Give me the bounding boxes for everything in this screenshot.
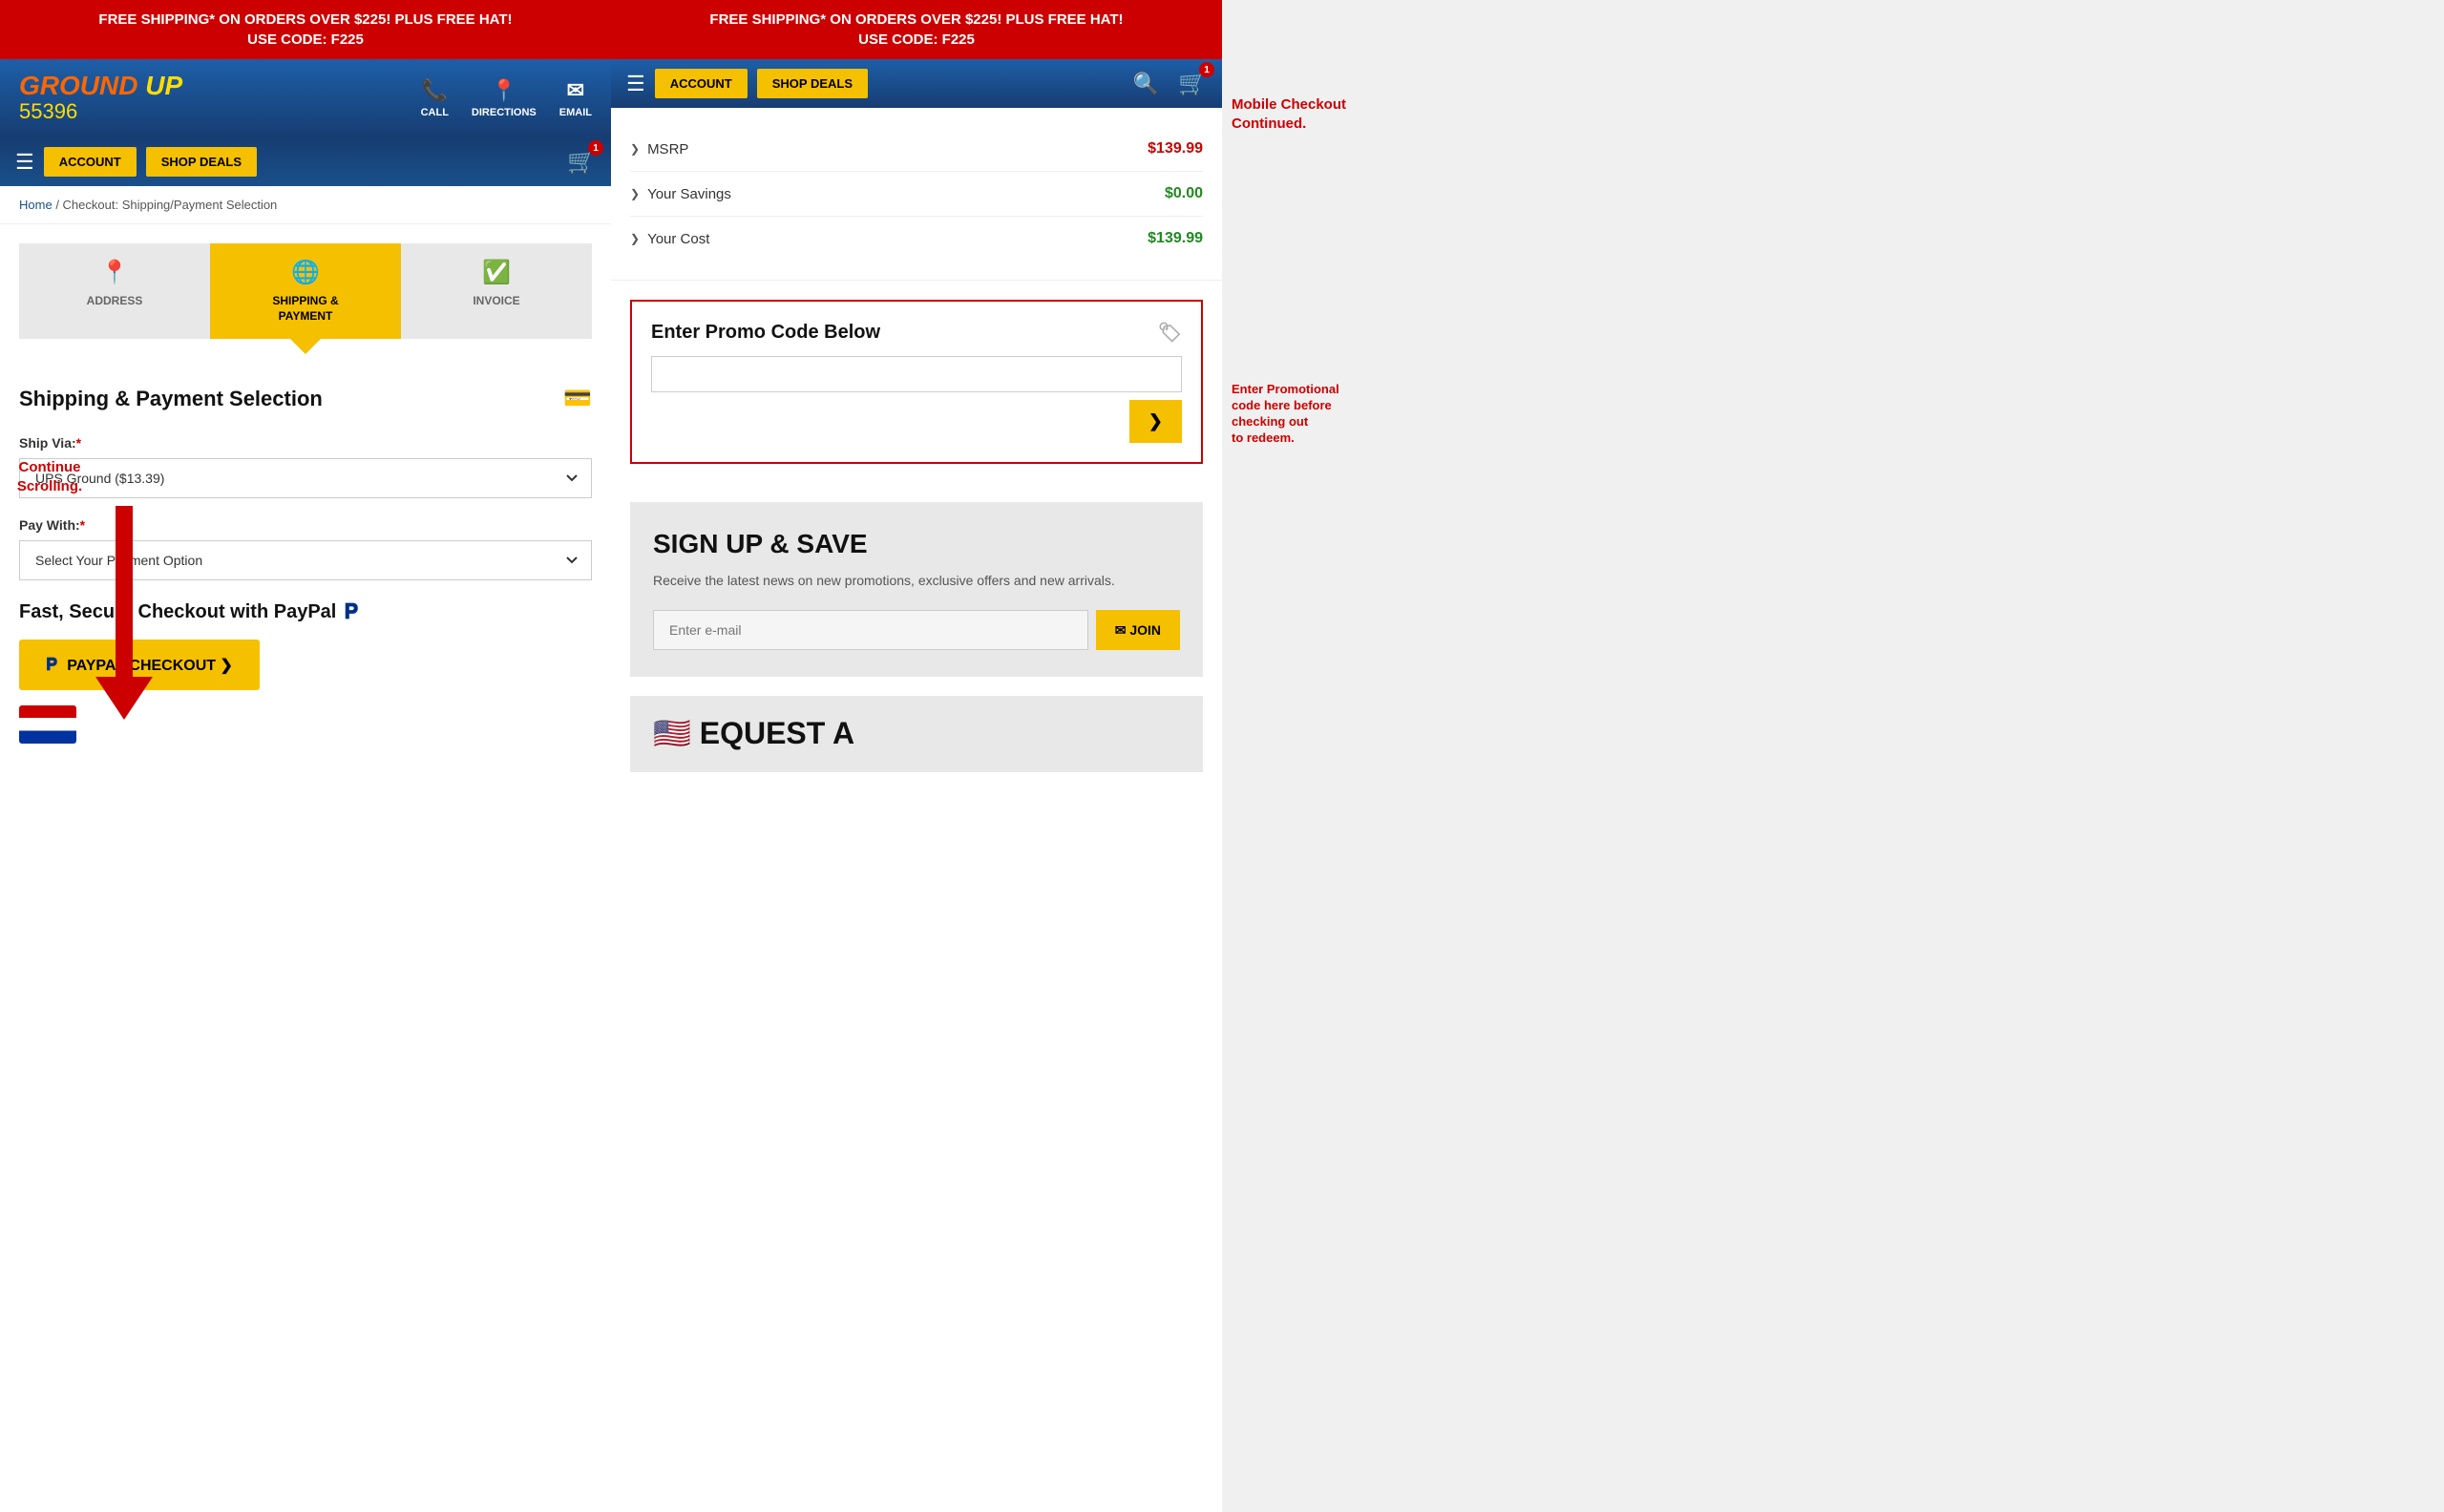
msrp-value: $139.99 (1148, 140, 1203, 158)
request-section: 🇺🇸 EQUEST A (630, 696, 1203, 772)
step-shipping-label: SHIPPING &PAYMENT (272, 294, 338, 324)
ship-via-group: Ship Via:* UPS Ground ($13.39) (19, 435, 592, 498)
call-label: CALL (421, 107, 449, 118)
account-button-right[interactable]: ACCOUNT (655, 69, 748, 98)
promo-right-line2: USE CODE: F225 (630, 30, 1203, 50)
paypal-p-icon: 𝐏 (46, 655, 57, 675)
promo-title: Enter Promo Code Below 🏷 (651, 321, 1182, 345)
price-summary: ❯ MSRP $139.99 ❯ Your Savings $0.00 ❯ Yo (611, 108, 1222, 281)
logo-up: UP (145, 71, 182, 100)
cart-badge-right: 1 (1199, 62, 1214, 77)
cost-value: $139.99 (1148, 230, 1203, 247)
breadcrumb: Home / Checkout: Shipping/Payment Select… (0, 186, 611, 224)
msrp-label: MSRP (647, 141, 688, 158)
signup-description: Receive the latest news on new promotion… (653, 571, 1180, 591)
email-link[interactable]: ✉ EMAIL (559, 78, 592, 118)
msrp-chevron: ❯ (630, 142, 640, 156)
logo-ground: GROUND (19, 71, 137, 100)
promo-box: Enter Promo Code Below 🏷 ❯ (630, 300, 1203, 464)
us-flag-icon (19, 705, 76, 744)
annotation-mobile-checkout: Mobile CheckoutContinued. (1232, 95, 1365, 133)
savings-label-group: ❯ Your Savings (630, 186, 731, 202)
nav-icons: 📞 CALL 📍 DIRECTIONS ✉ EMAIL (421, 78, 592, 118)
ship-via-select[interactable]: UPS Ground ($13.39) (19, 458, 592, 498)
search-icon[interactable]: 🔍 (1133, 72, 1159, 96)
signup-join-button[interactable]: ✉ JOIN (1096, 610, 1180, 650)
signup-section: SIGN UP & SAVE Receive the latest news o… (630, 502, 1203, 677)
promo-line1: FREE SHIPPING* ON ORDERS OVER $225! PLUS… (19, 10, 592, 30)
promo-banner-right: FREE SHIPPING* ON ORDERS OVER $225! PLUS… (611, 0, 1222, 59)
cart-wrapper-right[interactable]: 🛒 1 (1178, 70, 1207, 97)
hamburger-button[interactable]: ☰ (15, 150, 34, 175)
breadcrumb-separator: / (55, 198, 62, 212)
promo-submit-button[interactable]: ❯ (1129, 400, 1182, 443)
directions-label: DIRECTIONS (472, 107, 537, 118)
second-nav-left: ☰ ACCOUNT SHOP DEALS 🛒 1 (0, 137, 611, 186)
cost-label: Your Cost (647, 231, 709, 247)
promo-submit-icon: ❯ (1148, 411, 1163, 430)
promo-right-line1: FREE SHIPPING* ON ORDERS OVER $225! PLUS… (630, 10, 1203, 30)
step-invoice-label: INVOICE (473, 294, 519, 307)
right-panel: FREE SHIPPING* ON ORDERS OVER $225! PLUS… (611, 0, 1222, 1512)
us-flag-partial: 🇺🇸 (653, 716, 691, 750)
promo-input[interactable] (651, 356, 1182, 392)
paypal-logo-icon: 𝐏 (344, 599, 358, 624)
cost-label-group: ❯ Your Cost (630, 231, 709, 247)
shop-deals-button-right[interactable]: SHOP DEALS (757, 69, 868, 98)
nav-bar-left: GROUND UP 55396 📞 CALL 📍 DIRECTIONS (0, 59, 611, 137)
savings-chevron: ❯ (630, 187, 640, 200)
annotation-promo-note: Enter Promotionalcode here beforecheckin… (1232, 382, 1370, 447)
email-label: EMAIL (559, 107, 592, 118)
ship-via-label: Ship Via:* (19, 435, 592, 451)
phone-icon: 📞 (422, 78, 448, 103)
signup-title: SIGN UP & SAVE (653, 529, 1180, 559)
cart-badge-left: 1 (588, 140, 603, 156)
step-address-label: ADDRESS (87, 294, 143, 307)
steps-bar: 📍 ADDRESS 🌐 SHIPPING &PAYMENT ✅ INVOICE (0, 224, 611, 358)
address-icon: 📍 (100, 259, 129, 286)
account-button-left[interactable]: ACCOUNT (44, 147, 137, 177)
savings-label: Your Savings (647, 186, 731, 202)
signup-form: ✉ JOIN (653, 610, 1180, 650)
shop-deals-button-left[interactable]: SHOP DEALS (146, 147, 257, 177)
tag-icon: 🏷 (1158, 321, 1182, 345)
left-panel: FREE SHIPPING* ON ORDERS OVER $225! PLUS… (0, 0, 611, 1512)
msrp-row: ❯ MSRP $139.99 (630, 127, 1203, 172)
savings-value: $0.00 (1165, 185, 1203, 202)
join-btn-label: ✉ JOIN (1115, 622, 1161, 639)
savings-row: ❯ Your Savings $0.00 (630, 172, 1203, 217)
promo-submit-row: ❯ (651, 400, 1182, 443)
step-shipping[interactable]: 🌐 SHIPPING &PAYMENT (210, 243, 401, 339)
directions-link[interactable]: 📍 DIRECTIONS (472, 78, 537, 118)
promo-line2: USE CODE: F225 (19, 30, 592, 50)
logo: GROUND UP 55396 (19, 73, 182, 124)
credit-card-icon: 💳 (563, 385, 592, 412)
call-link[interactable]: 📞 CALL (421, 78, 449, 118)
email-icon: ✉ (567, 78, 584, 103)
shipping-section: Shipping & Payment Selection 💳 Ship Via:… (0, 358, 611, 1512)
cost-chevron: ❯ (630, 232, 640, 245)
cart-wrapper-left[interactable]: 🛒 1 (567, 148, 596, 176)
step-address[interactable]: 📍 ADDRESS (19, 243, 210, 339)
annotation-continue-scrolling: ContinueScrolling. (2, 458, 97, 495)
directions-icon: 📍 (491, 78, 516, 103)
section-header: Shipping & Payment Selection 💳 (19, 385, 592, 412)
cost-row: ❯ Your Cost $139.99 (630, 217, 1203, 261)
signup-email-input[interactable] (653, 610, 1088, 650)
shipping-icon: 🌐 (291, 259, 320, 286)
nav-bar-right: ☰ ACCOUNT SHOP DEALS 🔍 🛒 1 (611, 59, 1222, 108)
step-invoice[interactable]: ✅ INVOICE (401, 243, 592, 339)
invoice-icon: ✅ (482, 259, 511, 286)
breadcrumb-home[interactable]: Home (19, 198, 53, 212)
request-text: 🇺🇸 EQUEST A (653, 715, 1180, 751)
promo-banner-left: FREE SHIPPING* ON ORDERS OVER $225! PLUS… (0, 0, 611, 59)
breadcrumb-current: Checkout: Shipping/Payment Selection (63, 198, 278, 212)
hamburger-button-right[interactable]: ☰ (626, 72, 645, 96)
logo-number: 55396 (19, 99, 182, 124)
scroll-arrow (95, 506, 153, 720)
msrp-label-group: ❯ MSRP (630, 141, 688, 158)
section-title: Shipping & Payment Selection (19, 387, 323, 411)
